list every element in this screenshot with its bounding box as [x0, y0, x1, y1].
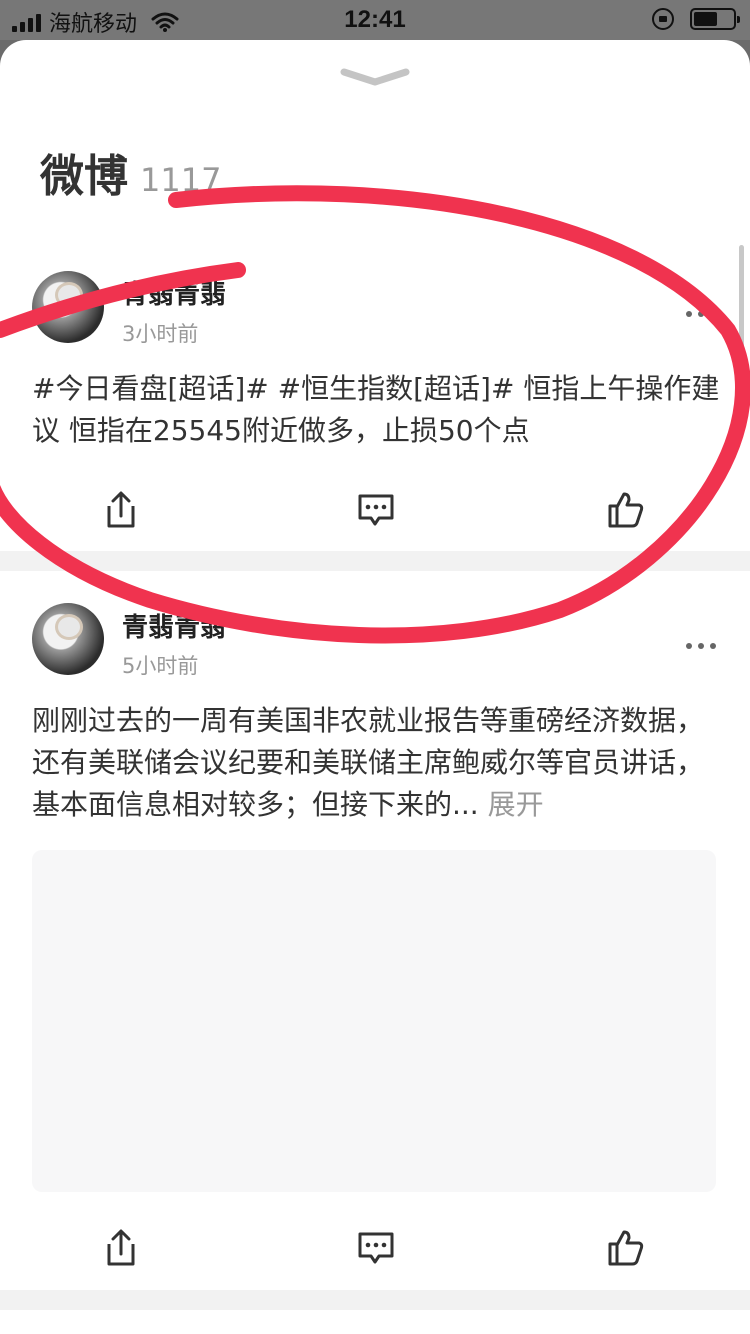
post-text: 刚刚过去的一周有美国非农就业报告等重磅经济数据，还有美联储会议纪要和美联储主席鲍… [32, 704, 705, 821]
comment-icon[interactable] [355, 1226, 397, 1270]
avatar[interactable] [32, 603, 104, 675]
post-card[interactable]: 青翡青翡 5小时前 刚刚过去的一周有美国非农就业报告等重磅经济数据，还有美联储会… [0, 40, 750, 1300]
status-bar: 海航移动 12:41 [0, 0, 750, 40]
weibo-sheet: 微博 1117 青翡青翡 3小时前 #今日看盘[超话]# #恒生指数[超话]# … [0, 40, 750, 1334]
orientation-lock-icon [652, 8, 674, 30]
status-time: 12:41 [344, 6, 406, 33]
post-actions [0, 1226, 750, 1276]
expand-link[interactable]: 展开 [488, 788, 544, 821]
battery-icon [690, 8, 740, 30]
post-separator [0, 1290, 750, 1310]
post-image-placeholder[interactable] [32, 850, 716, 1192]
post-time: 5小时前 [122, 654, 199, 678]
more-icon[interactable] [686, 642, 716, 650]
post-content[interactable]: 刚刚过去的一周有美国非农就业报告等重磅经济数据，还有美联储会议纪要和美联储主席鲍… [32, 700, 722, 826]
share-icon[interactable] [101, 1226, 141, 1270]
author-name[interactable]: 青翡青翡 [122, 607, 226, 644]
like-icon[interactable] [606, 1226, 646, 1270]
